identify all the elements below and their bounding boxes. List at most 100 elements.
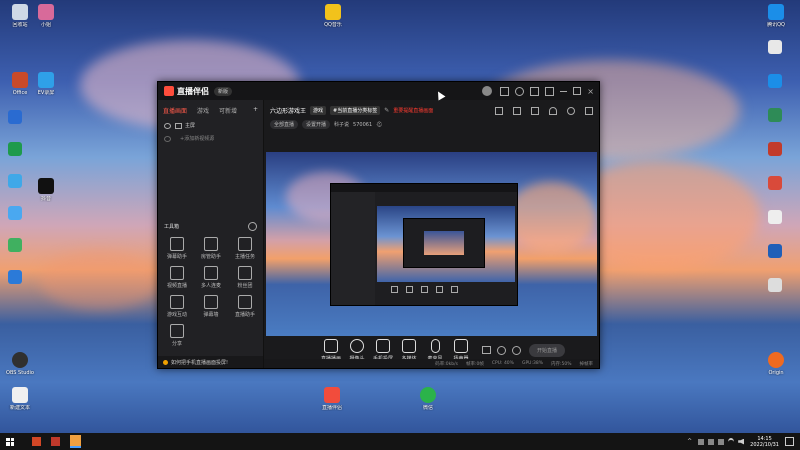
settings-icon[interactable] [567,106,575,115]
desktop-icon[interactable] [8,110,22,124]
notification-center-icon[interactable] [785,437,794,446]
desktop-icon[interactable]: EV录屏 [26,72,66,96]
tool-item[interactable]: 弹幕助手 [162,237,192,260]
desktop-icon[interactable] [768,142,782,156]
warning-text[interactable]: 重要提醒直播画面 [393,107,433,114]
eye-icon[interactable] [164,135,171,142]
live-preview[interactable] [266,152,597,336]
tip-text: 如何把手机直播画面投屏! [171,359,229,366]
desktop-icon[interactable]: OBS Studio [0,352,40,376]
lock-icon[interactable] [513,106,521,115]
tool-item[interactable]: 游戏互动 [162,295,192,318]
tool-item[interactable]: 分享 [162,324,192,347]
tab-live-screen[interactable]: 直播画面 [163,106,187,115]
add-source-item[interactable]: +添加新视频源 [158,132,263,145]
wifi-icon[interactable] [728,437,735,446]
maximize-icon[interactable] [573,87,582,95]
chip-all-live[interactable]: 全部直播 [270,120,299,129]
app-titlebar: 直播伴侣 新版 × [158,82,599,100]
tool-item[interactable]: 视频直播 [162,266,192,289]
tool-grid: 弹幕助手 房管助手 主播任务 视频直播 多人连麦 粉丝团 游戏互动 弹幕墙 直播… [158,237,263,347]
version-badge[interactable]: 新版 [214,86,233,96]
minimize-icon[interactable] [560,90,568,92]
desktop-icon[interactable] [768,74,782,88]
status-gpu: GPU:38% [521,361,543,366]
desktop-icon[interactable] [768,176,782,190]
tray-icon[interactable] [708,438,715,445]
clock-date: 2022/10/31 [750,441,779,448]
tool-item[interactable]: 直播助手 [230,295,260,318]
clock[interactable]: 14:15 2022/10/31 [750,436,779,448]
share-icon[interactable] [495,106,503,115]
add-tab-icon[interactable]: + [253,106,258,115]
tab-add[interactable]: 可新增 [219,106,237,115]
volume-icon[interactable] [738,438,745,445]
edit-icon[interactable]: ✎ [384,107,389,114]
desktop-icon[interactable]: 新建文本 [0,387,40,411]
gear-icon[interactable] [512,345,521,355]
toolbox-more-icon[interactable] [248,222,257,231]
tip-bar[interactable]: 如何把手机直播画面投屏! [158,356,263,368]
tool-icon [170,266,184,280]
microphone-icon [430,338,440,353]
desktop-icon[interactable] [8,142,22,156]
desktop-icon[interactable]: 微信 [408,387,448,411]
desktop-icon[interactable] [8,238,22,252]
settings-icon[interactable] [515,86,525,96]
share-icon[interactable] [585,106,593,115]
desktop-icon[interactable] [8,174,22,188]
gift-icon[interactable] [531,106,539,115]
bell-icon[interactable] [549,106,557,115]
scene-label: 主屏 [185,123,196,129]
chip-user[interactable]: 科子说 [334,121,349,128]
tray-icon[interactable] [718,438,725,445]
chip-setup[interactable]: 设置开播 [302,120,331,129]
desktop-icon[interactable]: 小姐 [26,4,66,28]
desktop-icon[interactable] [768,278,782,292]
camera-flip-icon[interactable] [497,345,506,355]
taskbar-live-app-icon[interactable] [70,435,81,448]
menu-icon[interactable] [545,86,555,96]
tool-item[interactable]: 房管助手 [196,237,226,260]
room-chips: 全部直播 设置开播 科子说 570061 ⛑ [264,117,599,132]
desktop-icon[interactable] [768,210,782,224]
avatar[interactable] [482,86,493,96]
notification-icon[interactable] [500,86,510,96]
desktop-icon[interactable] [768,108,782,122]
desktop-icon[interactable]: QQ音乐 [313,4,353,28]
skin-icon[interactable] [530,86,540,96]
desktop-icon[interactable] [8,206,22,220]
desktop-icon[interactable] [768,244,782,258]
eye-icon[interactable] [164,122,171,129]
taskbar-office-icon[interactable] [32,437,41,446]
app-logo-icon [164,86,174,96]
start-icon[interactable] [6,437,14,446]
tool-item[interactable]: 粉丝团 [230,266,260,289]
wallpaper-cloud [40,250,160,310]
taskbar-app-icon[interactable] [51,437,60,446]
tool-item[interactable]: 弹幕墙 [196,295,226,318]
room-name[interactable]: 六边形游戏王 [270,106,306,115]
tool-item[interactable]: 多人连麦 [196,266,226,289]
scene-item[interactable]: 主屏 [158,119,263,132]
desktop-icon[interactable] [768,40,782,54]
desktop-icon[interactable]: Origin [756,352,796,376]
tray-icon[interactable] [698,438,705,445]
tool-icon [238,266,252,280]
tab-game[interactable]: 游戏 [197,106,209,115]
record-icon[interactable] [482,346,491,354]
desktop-icon[interactable]: 抖音 [26,178,66,202]
close-icon[interactable]: × [587,87,594,96]
toolbox-title: 工具箱 [164,224,180,230]
tool-icon [170,295,184,309]
desktop-icon[interactable]: 腾讯QQ [756,4,796,28]
category-tag[interactable]: #当前直播分类标签 [330,106,381,115]
desktop-icon[interactable] [8,270,22,284]
tray-chevron-icon[interactable]: ^ [687,438,692,445]
phone-icon [376,338,390,353]
start-live-button[interactable]: 开始直播 [529,343,565,357]
tool-item[interactable]: 主播任务 [230,237,260,260]
tool-icon [204,295,218,309]
room-tag[interactable]: 游戏 [310,106,327,115]
desktop-icon[interactable]: 直播伴侣 [312,387,352,411]
